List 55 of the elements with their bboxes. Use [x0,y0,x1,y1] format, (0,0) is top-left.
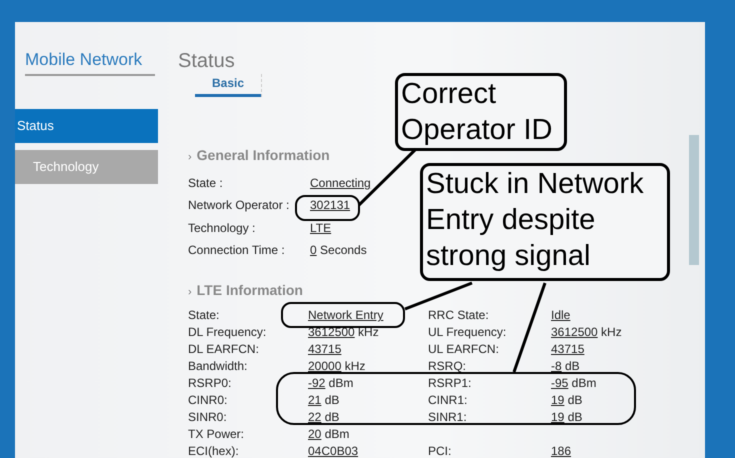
tab[interactable]: Basic [195,74,261,97]
field-label: SINR1: [428,410,467,424]
field-value: -92 dBm [308,376,354,390]
field-label: Bandwidth: [188,359,248,374]
field-value: 04C0B03 [308,444,358,458]
field-label: DL Frequency: [188,325,266,340]
field-label: CINR0: [188,393,228,408]
scrollbar[interactable] [689,135,699,265]
field-value: 43715 [308,342,342,356]
sidebar-item[interactable]: Status [15,109,158,143]
field-label: RSRP0: [188,376,232,390]
field-value: -8 dB [551,359,580,374]
field-value: 19 dB [551,410,582,424]
field-label: DL EARFCN: [188,342,259,356]
field-value: 3612500 kHz [308,325,379,340]
field-label: RSRP1: [428,376,472,390]
highlight-ring [295,195,360,221]
field-value: -95 dBm [551,376,596,390]
field-label: TX Power: [188,427,244,442]
page-title: Status [178,50,236,73]
sidebar-title: Mobile Network [25,50,155,76]
field-label: UL EARFCN: [428,342,499,356]
field-label: State : [188,176,223,190]
field-value: Network Entry [308,308,384,322]
section-marker: › [188,151,192,163]
field-value: LTE [310,220,332,235]
field-value: Idle [551,308,570,322]
field-label: PCI: [428,444,452,458]
field-label: Technology : [188,220,256,235]
field-value: 186 [551,444,572,458]
field-value: Connecting [310,176,371,190]
leader-line [404,282,473,310]
field-label: SINR0: [188,410,227,424]
field-value: 0 Seconds [310,242,367,257]
field-value: 43715 [551,342,584,356]
field-label: Network Operator : [188,198,290,212]
field-value: 302131 [310,198,350,212]
field-label: ECI(hex): [188,444,239,458]
field-value: 20 dBm [308,427,350,442]
callout-annotation: Stuck in Network Entry despite strong signal [420,163,670,281]
field-value: 22 dB [308,410,340,424]
field-value: 20000 kHz [308,359,366,374]
field-value: 3612500 kHz [551,325,622,340]
section-title: General Information [196,147,330,163]
field-label: RSRQ: [428,359,466,374]
field-label: RRC State: [428,308,489,322]
field-label: CINR1: [428,393,468,408]
field-label: Connection Time : [188,242,285,257]
section-marker: › [188,286,192,298]
section-title: LTE Information [196,282,303,298]
field-value: 21 dB [308,393,340,408]
field-value: 19 dB [551,393,582,408]
callout-annotation: Correct Operator ID [395,73,567,151]
field-label: UL Frequency: [428,325,506,340]
field-label: State: [188,308,220,322]
